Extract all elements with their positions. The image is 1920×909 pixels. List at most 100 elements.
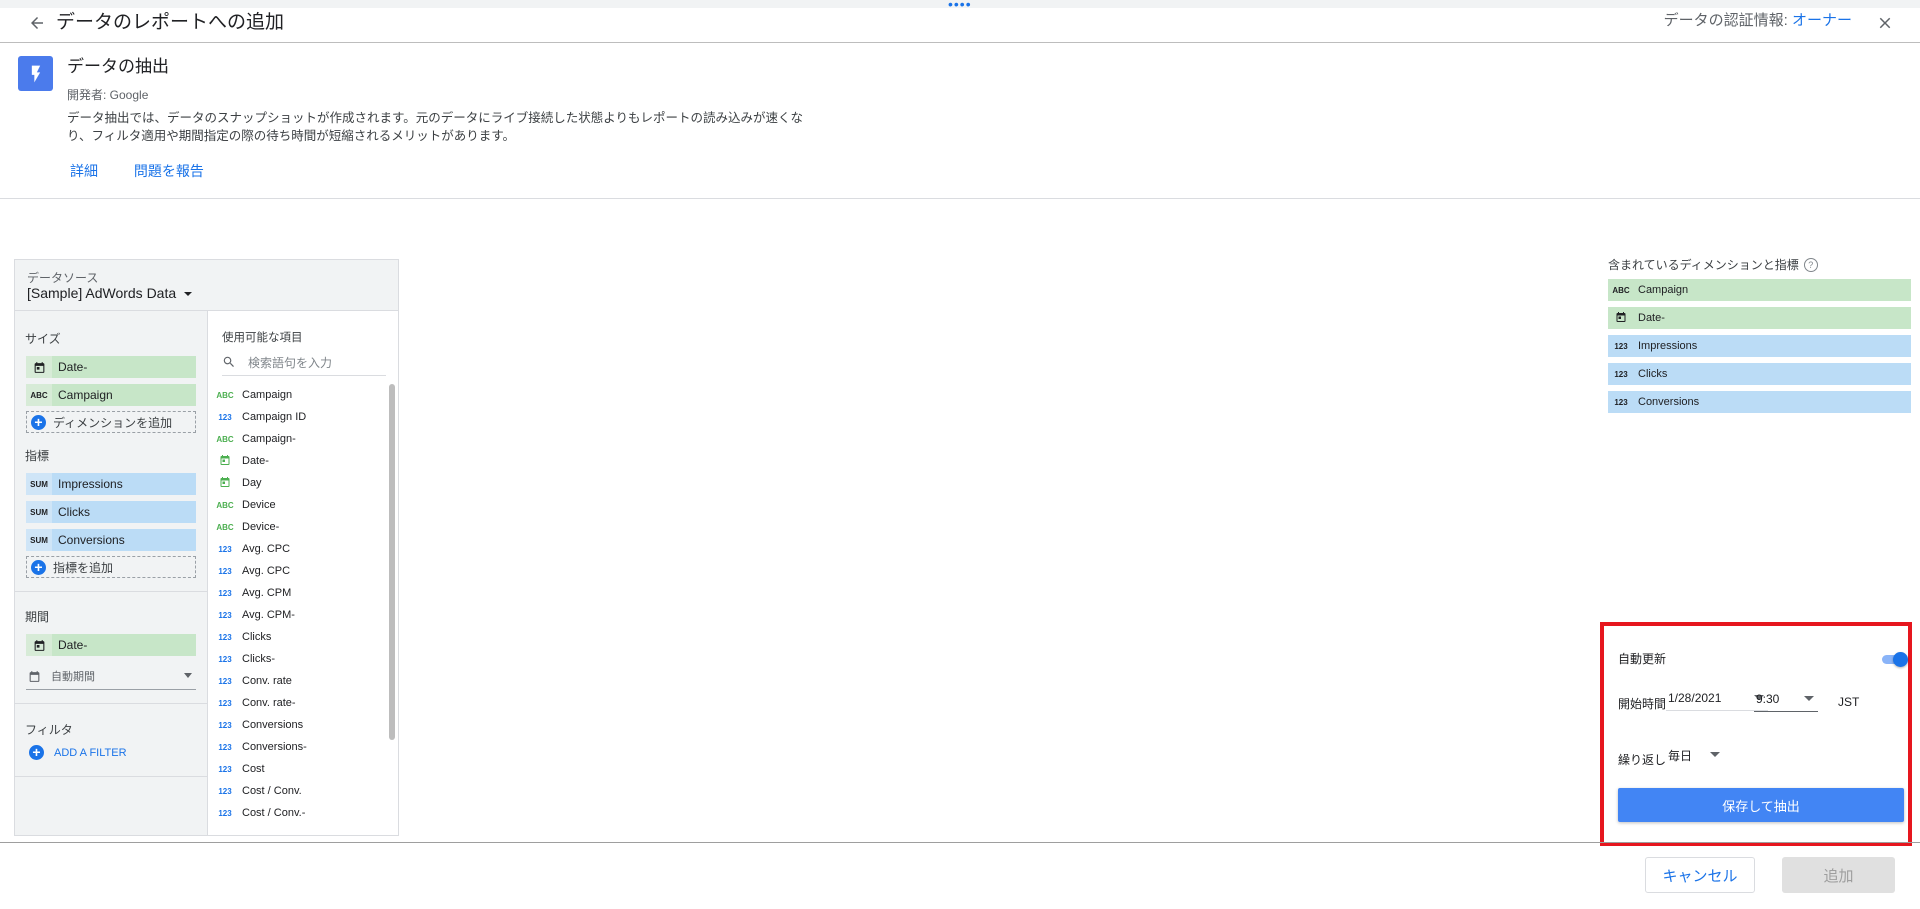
add-dimension-label: ディメンションを追加 (53, 415, 173, 430)
included-metric-chip[interactable]: 123 Impressions (1608, 335, 1911, 357)
available-field-label: Campaign (242, 389, 293, 401)
number-type-icon: 123 (218, 742, 232, 752)
number-type-icon: 123 (218, 632, 232, 642)
number-type-icon: 123 (218, 786, 232, 796)
included-dimension-chip[interactable]: ABC Campaign (1608, 279, 1911, 301)
calendar-icon (208, 454, 242, 468)
repeat-select[interactable]: 毎日 (1666, 743, 1724, 767)
add-filter-button[interactable]: + ADD A FILTER (29, 745, 127, 760)
dimensions-title: サイズ (25, 332, 61, 346)
datasource-selector[interactable]: [Sample] AdWords Data (27, 285, 193, 301)
text-type-icon: ABC (216, 434, 234, 444)
credentials-info: データの認証情報: オーナー (1664, 10, 1852, 32)
add-metric-button[interactable]: + 指標を追加 (26, 556, 196, 578)
header-divider (0, 42, 1920, 43)
sum-type-icon: SUM (26, 473, 52, 495)
included-metric-chip[interactable]: 123 Clicks (1608, 363, 1911, 385)
available-field-label: Conv. rate (242, 675, 292, 687)
available-field-item[interactable]: 123 Conversions- (208, 736, 388, 758)
filter-title: フィルタ (25, 723, 73, 737)
section-divider (15, 776, 207, 777)
available-field-item[interactable]: 123 Avg. CPC (208, 560, 388, 582)
field-search-input[interactable]: 検索語句を入力 (222, 349, 386, 376)
available-field-label: Device (242, 499, 276, 511)
add-button[interactable]: 追加 (1782, 857, 1895, 893)
available-field-item[interactable]: 123 Conv. rate- (208, 692, 388, 714)
auto-refresh-toggle[interactable] (1882, 652, 1908, 667)
number-type-icon: 123 (218, 610, 232, 620)
start-time-value: 9:30 (1756, 692, 1780, 706)
available-field-item[interactable]: 123 Cost / Conv. (208, 780, 388, 802)
included-fields-label: 含まれているディメンションと指標 (1608, 258, 1799, 272)
text-type-icon: ABC (216, 500, 234, 510)
footer-divider (0, 842, 1920, 843)
details-link[interactable]: 詳細 (70, 163, 98, 179)
available-field-item[interactable]: 123 Avg. CPM- (208, 604, 388, 626)
add-icon: + (31, 414, 46, 430)
extract-connector-logo (18, 56, 53, 91)
included-metric-chip[interactable]: 123 Conversions (1608, 391, 1911, 413)
available-field-item[interactable]: ABC Device- (208, 516, 388, 538)
info-divider (0, 198, 1920, 199)
available-field-item[interactable]: ABC Campaign (208, 384, 388, 406)
available-field-item[interactable]: Date- (208, 450, 388, 472)
calendar-icon (1608, 311, 1634, 325)
add-dimension-button[interactable]: + ディメンションを追加 (26, 411, 196, 433)
fields-config-column: サイズ Date- ABC Campaign + ディメンションを追加 指標 S… (15, 311, 207, 835)
available-field-item[interactable]: 123 Conv. rate (208, 670, 388, 692)
number-type-icon: 123 (218, 588, 232, 598)
calendar-icon (26, 634, 52, 656)
available-field-item[interactable]: 123 Cost (208, 758, 388, 780)
number-type-icon: 123 (218, 676, 232, 686)
field-list-scrollbar[interactable] (389, 384, 395, 740)
available-fields-title: 使用可能な項目 (222, 332, 303, 344)
available-field-label: Date- (242, 455, 269, 467)
available-field-item[interactable]: 123 Avg. CPC (208, 538, 388, 560)
datasource-label: データソース (27, 271, 99, 285)
toggle-knob (1893, 652, 1908, 667)
report-issue-link[interactable]: 問題を報告 (134, 163, 204, 179)
number-type-icon: 123 (218, 412, 232, 422)
dimension-chip[interactable]: Date- (26, 356, 196, 378)
available-field-item[interactable]: 123 Cost / Conv.- (208, 802, 388, 824)
available-field-item[interactable]: ABC Campaign- (208, 428, 388, 450)
period-select-value: 自動期間 (51, 671, 95, 683)
metric-label: Clicks (52, 501, 196, 523)
metric-chip[interactable]: SUM Conversions (26, 529, 196, 551)
add-metric-label: 指標を追加 (53, 560, 114, 575)
start-date-select[interactable]: 1/28/2021 (1666, 686, 1768, 711)
arrow-back-icon (31, 17, 43, 29)
available-field-item[interactable]: 123 Clicks (208, 626, 388, 648)
available-field-item[interactable]: 123 Conversions (208, 714, 388, 736)
available-field-item[interactable]: 123 Campaign ID (208, 406, 388, 428)
metric-label: Impressions (52, 473, 196, 495)
available-field-item[interactable]: ABC Device (208, 494, 388, 516)
cancel-button[interactable]: キャンセル (1645, 857, 1755, 893)
available-field-item[interactable]: 123 Avg. CPM (208, 582, 388, 604)
save-and-extract-button[interactable]: 保存して抽出 (1618, 788, 1904, 822)
number-type-icon: 123 (218, 720, 232, 730)
dropdown-arrow-icon (184, 673, 192, 678)
available-field-item[interactable]: Day (208, 472, 388, 494)
dimension-chip[interactable]: ABC Campaign (26, 384, 196, 406)
credentials-owner-link[interactable]: オーナー (1792, 12, 1852, 29)
start-time-select[interactable]: 9:30 (1754, 687, 1818, 712)
drag-handle[interactable]: •••• (948, 0, 972, 11)
close-button[interactable] (1870, 8, 1900, 38)
period-dimension-chip[interactable]: Date- (26, 634, 196, 656)
number-type-icon: 123 (1614, 369, 1628, 379)
included-dimension-chip[interactable]: Date- (1608, 307, 1911, 329)
metrics-title: 指標 (25, 449, 50, 463)
help-icon[interactable]: ? (1803, 257, 1818, 272)
connector-description: データ抽出では、データのスナップショットが作成されます。元のデータにライブ接続し… (67, 109, 807, 145)
metric-chip[interactable]: SUM Impressions (26, 473, 196, 495)
connector-title: データの抽出 (67, 57, 169, 76)
search-placeholder: 検索語句を入力 (248, 355, 333, 370)
back-button[interactable] (22, 8, 52, 38)
available-field-item[interactable]: 123 Clicks- (208, 648, 388, 670)
metric-chip[interactable]: SUM Clicks (26, 501, 196, 523)
available-field-list: ABC Campaign 123 Campaign ID ABC Campaign- Dat… (208, 384, 388, 824)
available-fields-column: 使用可能な項目 検索語句を入力 ABC Campaign 123 Campaign I… (207, 311, 398, 835)
search-icon (222, 355, 236, 369)
period-select[interactable]: 自動期間 (26, 663, 196, 690)
